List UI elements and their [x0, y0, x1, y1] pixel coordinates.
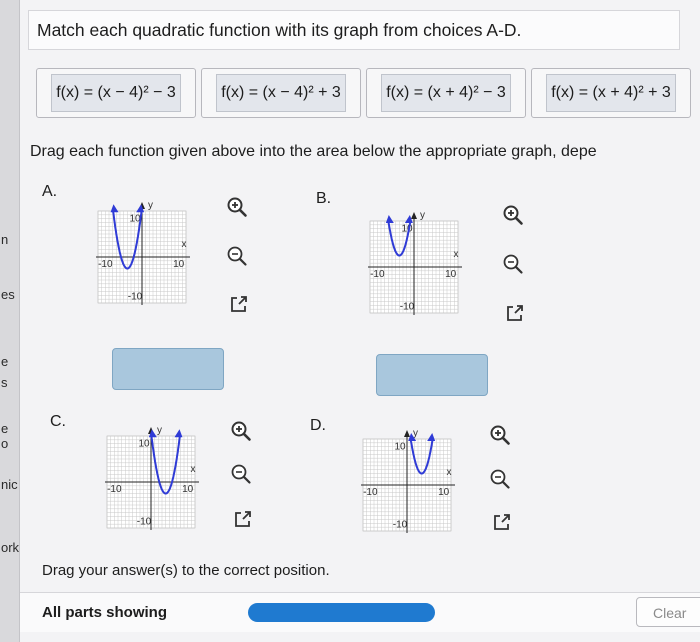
zoom-out-button[interactable] [486, 465, 514, 493]
open-window-button[interactable] [229, 505, 257, 533]
function-chip[interactable]: f(x) = (x − 4)² − 3 [36, 68, 196, 118]
function-chip-label: f(x) = (x + 4)² + 3 [546, 74, 676, 112]
function-chip-label: f(x) = (x + 4)² − 3 [381, 74, 511, 112]
instruction-text: Drag each function given above into the … [30, 143, 597, 160]
x-tick-label: 10 [445, 269, 457, 280]
x-tick-label: 10 [173, 259, 185, 270]
open-window-button[interactable] [488, 508, 516, 536]
x-axis-label: x [182, 239, 187, 250]
clear-all-button[interactable]: Clear [636, 597, 700, 627]
y-tick-label: -10 [128, 291, 143, 302]
x-tick-label: 10 [182, 484, 194, 495]
external-window-icon [235, 511, 251, 527]
zoom-out-button[interactable] [499, 250, 527, 278]
y-axis-arrow [404, 430, 410, 437]
sidebar-fragment: n [1, 232, 9, 247]
zoom-in-button[interactable] [486, 421, 514, 449]
sidebar-fragment: e o [1, 421, 9, 451]
y-tick-label: 10 [394, 442, 406, 453]
function-chip[interactable]: f(x) = (x + 4)² + 3 [531, 68, 691, 118]
x-tick-label: -10 [107, 484, 122, 495]
function-chip-label: f(x) = (x − 4)² − 3 [51, 74, 181, 112]
x-axis-label: x [454, 249, 459, 260]
x-tick-label: -10 [370, 269, 385, 280]
external-window-icon [507, 305, 523, 321]
y-axis-arrow [411, 212, 417, 219]
function-chip-label: f(x) = (x − 4)² + 3 [216, 74, 346, 112]
zoom-in-icon [490, 425, 510, 445]
sidebar-fragment: nic [1, 477, 18, 492]
parabola-arrow [385, 215, 394, 223]
y-axis-label: y [420, 210, 425, 221]
y-axis-label: y [148, 200, 153, 211]
parabola-arrow [174, 429, 183, 438]
coordinate-grid: yx-10 1010-10 [96, 200, 190, 305]
left-sidebar-strip: n es e s e o nic ork [0, 0, 20, 642]
footer-bar: All parts showing Clear [20, 592, 700, 632]
x-tick-label: 10 [438, 487, 450, 498]
graph-label-d: D. [310, 417, 326, 434]
y-tick-label: -10 [393, 519, 408, 530]
zoom-out-icon [490, 469, 510, 489]
y-tick-label: -10 [400, 301, 415, 312]
answer-dropzone-a[interactable] [112, 348, 224, 390]
zoom-in-icon [231, 421, 251, 441]
question-title: Match each quadratic function with its g… [28, 10, 680, 50]
parabola-arrow [427, 433, 436, 441]
zoom-out-button[interactable] [227, 460, 255, 488]
open-window-button[interactable] [225, 290, 253, 318]
sidebar-fragment: ork [1, 540, 20, 555]
coordinate-grid: yx-10 1010-10 [368, 210, 462, 315]
y-tick-label: -10 [137, 516, 152, 527]
zoom-out-icon [503, 254, 523, 274]
x-tick-label: -10 [363, 487, 378, 498]
coordinate-grid: yx-10 1010-10 [361, 428, 455, 533]
y-tick-label: 10 [138, 439, 150, 450]
parabola-arrow [110, 204, 119, 213]
question-panel: Match each quadratic function with its g… [20, 0, 700, 642]
zoom-in-button[interactable] [499, 201, 527, 229]
graph-c: y x -10 10 10 -10 [93, 422, 203, 534]
parts-showing-label: All parts showing [42, 604, 168, 621]
zoom-out-icon [227, 246, 247, 266]
graph-b: y x -10 10 10 -10 [356, 207, 466, 319]
zoom-out-icon [231, 464, 251, 484]
open-window-button[interactable] [501, 299, 529, 327]
zoom-in-icon [227, 197, 247, 217]
parts-progress-bar [248, 603, 435, 622]
answer-dropzone-b[interactable] [376, 354, 488, 396]
function-chip[interactable]: f(x) = (x + 4)² − 3 [366, 68, 526, 118]
sidebar-fragment: s [1, 375, 8, 390]
function-chip-row: f(x) = (x − 4)² − 3 f(x) = (x − 4)² + 3 … [36, 68, 691, 118]
drag-answer-prompt: Drag your answer(s) to the correct posit… [42, 562, 330, 579]
graph-label-a: A. [42, 183, 58, 200]
graph-label-b: B. [316, 190, 332, 207]
x-tick-label: -10 [98, 259, 113, 270]
graph-label-c: C. [50, 413, 66, 430]
zoom-in-button[interactable] [227, 417, 255, 445]
x-axis-label: x [191, 464, 196, 475]
sidebar-fragment: e [1, 354, 9, 369]
x-axis-label: x [447, 467, 452, 478]
graph-d: y x -10 10 10 -10 [349, 425, 459, 537]
external-window-icon [494, 514, 510, 530]
coordinate-grid: y x -10 10 10 -10 [105, 425, 199, 530]
sidebar-fragment: es [1, 287, 15, 302]
external-window-icon [231, 296, 247, 312]
zoom-in-button[interactable] [223, 193, 251, 221]
function-chip[interactable]: f(x) = (x − 4)² + 3 [201, 68, 361, 118]
y-axis-label: y [157, 425, 162, 436]
zoom-out-button[interactable] [223, 242, 251, 270]
zoom-in-icon [503, 205, 523, 225]
graph-a: y x -10 10 10 -10 [84, 197, 194, 309]
